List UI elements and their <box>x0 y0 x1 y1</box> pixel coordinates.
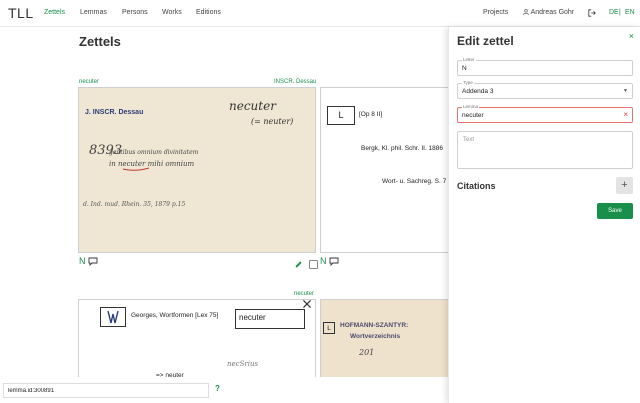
handwriting-line-3: in necuter mihi omnium <box>109 160 195 168</box>
card-4-handwriting: 201 <box>359 348 375 357</box>
handwriting-line-2: gentibus omnium divinitatem <box>109 149 199 156</box>
logout-button[interactable] <box>588 9 596 17</box>
text-field[interactable]: Text <box>457 131 633 169</box>
zettel-card-3[interactable]: Georges, Wortformen [Lex 75] necuter nec… <box>78 299 316 389</box>
zettel-scan-1: J. INSCR. Dessau necuter (= neuter) 8393… <box>79 88 315 252</box>
card-2-line-1: Bergk, Kl. phil. Schr. II. 1886 <box>361 145 444 152</box>
panel-title: Edit zettel <box>457 34 514 48</box>
close-panel-icon[interactable]: × <box>629 31 634 41</box>
card-4-box-letter: L <box>323 322 335 334</box>
zettel-card-4[interactable]: L HOFMANN-SZANTYR: Wortverzeichnis 201 <box>320 299 460 389</box>
user-menu[interactable]: Andreas Gohr <box>523 9 574 16</box>
handwriting-line-4: d. Ind. mud. Rhein. 35, 1879 p.15 <box>83 201 185 208</box>
comment-icon[interactable] <box>329 257 339 267</box>
card-2-line-2: Wort- u. Sachreg. S. 7 <box>382 178 447 185</box>
card-2-letter: N <box>320 256 327 266</box>
nav-editions[interactable]: Editions <box>196 9 221 16</box>
brand-logo[interactable]: TLL <box>8 5 34 21</box>
card-3-stamp-box <box>100 307 126 327</box>
stamp-text: J. INSCR. Dessau <box>85 109 143 116</box>
letter-field[interactable]: Letter N <box>457 57 633 76</box>
nav-persons[interactable]: Persons <box>122 9 148 16</box>
help-icon[interactable]: ? <box>215 384 220 393</box>
search-input[interactable] <box>3 383 209 398</box>
citations-heading: Citations <box>457 181 496 191</box>
lang-de[interactable]: DE <box>609 9 619 16</box>
card-3-handwriting: necSrius <box>227 360 259 368</box>
letter-label: Letter <box>462 57 476 62</box>
type-select[interactable]: Type Addenda 3 ▼ <box>457 80 633 99</box>
zettel-card-1[interactable]: J. INSCR. Dessau necuter (= neuter) 8393… <box>78 87 316 253</box>
lang-separator: | <box>619 9 621 16</box>
card-source-label[interactable]: INSCR. Dessau <box>274 79 316 85</box>
text-placeholder: Text <box>463 137 475 143</box>
lemma-field[interactable]: Lemma necuter × <box>457 104 633 123</box>
page-title: Zettels <box>79 34 121 49</box>
logout-icon <box>588 9 596 17</box>
comment-icon[interactable] <box>88 257 98 267</box>
letter-value: N <box>462 65 467 72</box>
nav-works[interactable]: Works <box>162 9 182 16</box>
card-2-footer: N <box>320 256 339 267</box>
card-1-letter: N <box>79 256 86 266</box>
clear-icon[interactable]: × <box>623 110 628 119</box>
nav-zettels[interactable]: Zettels <box>44 9 65 16</box>
zettel-card-2[interactable]: L [Op 8 II] Bergk, Kl. phil. Schr. II. 1… <box>320 87 460 253</box>
card-3-author: Georges, Wortformen [Lex 75] <box>131 312 219 319</box>
card-4-stamp-2: Wortverzeichnis <box>350 333 401 340</box>
handwriting-neuter: (= neuter) <box>251 117 293 126</box>
handwriting-necuter: necuter <box>229 99 277 113</box>
card-2-box-letter: L <box>327 106 355 125</box>
card-2-ref: [Op 8 II] <box>359 111 383 118</box>
monogram-icon <box>107 310 119 324</box>
type-label: Type <box>462 80 474 85</box>
lemma-value: necuter <box>462 112 484 119</box>
user-icon <box>523 9 529 16</box>
lang-en[interactable]: EN <box>625 9 635 16</box>
lemma-label: Lemma <box>462 104 480 109</box>
pencil-icon[interactable] <box>294 260 303 269</box>
type-value: Addenda 3 <box>462 88 494 95</box>
nav-projects[interactable]: Projects <box>483 9 508 16</box>
add-citation-button[interactable]: + <box>616 177 633 194</box>
card-1-actions <box>294 256 319 274</box>
card-lemma-label[interactable]: necuter <box>79 79 99 85</box>
save-button[interactable]: Save <box>597 203 633 219</box>
card-1-footer: N <box>79 256 98 267</box>
user-name: Andreas Gohr <box>530 9 575 16</box>
card-3-boxed-word: necuter <box>235 309 305 329</box>
top-navbar: TLL Zettels Lemmas Persons Works Edition… <box>0 0 640 27</box>
chevron-down-icon: ▼ <box>623 88 628 94</box>
edit-zettel-panel: Edit zettel × Letter N Type Addenda 3 ▼ … <box>448 27 640 403</box>
card-4-stamp-1: HOFMANN-SZANTYR: <box>340 322 409 329</box>
card-3-lemma-label[interactable]: necuter <box>294 291 314 297</box>
nav-lemmas[interactable]: Lemmas <box>80 9 107 16</box>
select-checkbox[interactable] <box>309 260 319 270</box>
